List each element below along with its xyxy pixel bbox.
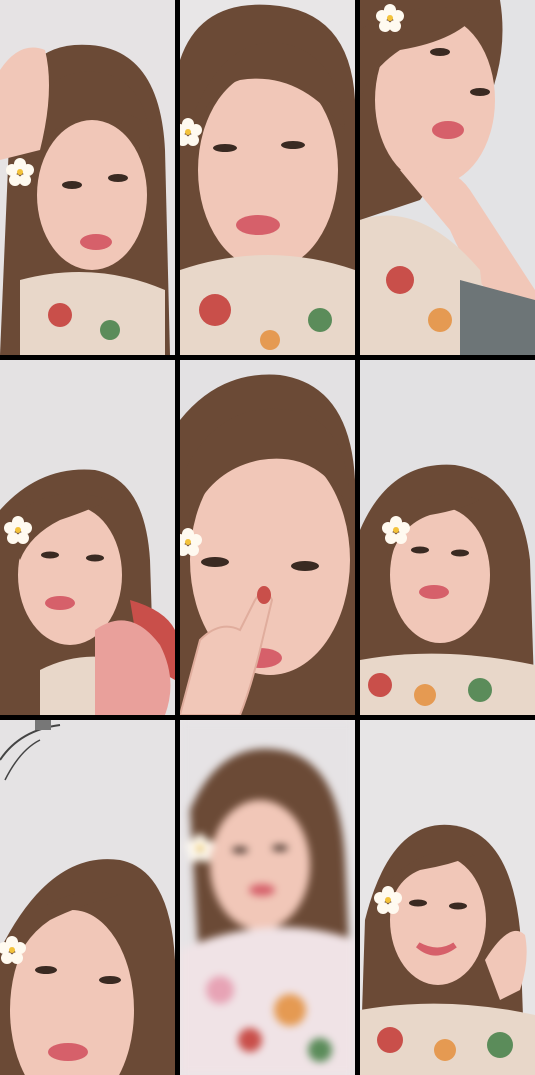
portrait-smiling-hand-raised-icon (360, 720, 535, 1075)
portrait-closeup-icon (180, 0, 355, 355)
portrait-hand-foreground-icon (0, 360, 175, 715)
collage-frame-1 (0, 0, 175, 355)
portrait-smiling-icon (360, 360, 535, 715)
portrait-finger-on-nose-icon (180, 360, 355, 715)
collage-frame-5 (180, 360, 355, 715)
portrait-hand-on-head-icon (0, 0, 175, 355)
portrait-chin-on-hand-icon (360, 0, 535, 355)
collage-frame-3 (360, 0, 535, 355)
photo-collage-grid (0, 0, 535, 1075)
collage-frame-7 (0, 720, 175, 1075)
collage-frame-4 (0, 360, 175, 715)
collage-frame-9 (360, 720, 535, 1075)
portrait-motion-blur-icon (180, 720, 355, 1075)
collage-frame-2 (180, 0, 355, 355)
collage-frame-6 (360, 360, 535, 715)
portrait-low-angle-icon (0, 720, 175, 1075)
collage-frame-8 (180, 720, 355, 1075)
